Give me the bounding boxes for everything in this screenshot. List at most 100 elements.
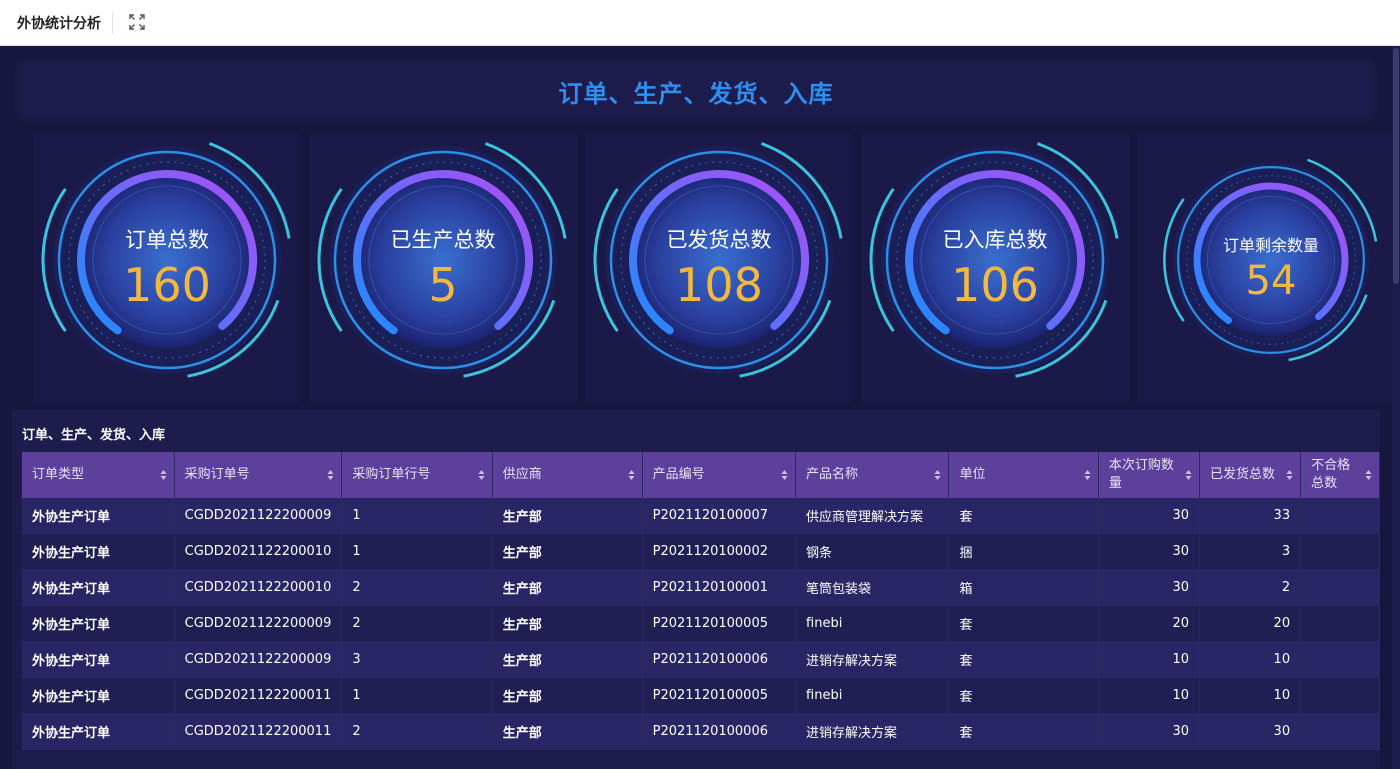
table-row[interactable]: 外协生产订单 CGDD2021122200010 2 生产部 P202112010000… <box>22 569 1380 606</box>
stat-label: 已入库总数 <box>942 228 1048 252</box>
sort-icon[interactable] <box>1084 469 1091 481</box>
table-cell: 30 <box>1098 569 1201 606</box>
table-cell: P2021120100002 <box>642 533 797 570</box>
page-title: 外协统计分析 <box>17 16 101 32</box>
sort-icon[interactable] <box>327 469 334 481</box>
scrollbar-thumb[interactable] <box>1393 48 1399 284</box>
table-row[interactable]: 外协生产订单 CGDD2021122200009 1 生产部 P202112010000… <box>22 498 1380 534</box>
table-cell: 30 <box>1098 533 1201 570</box>
column-header[interactable]: 采购订单行号 <box>341 452 493 498</box>
table-cell: 套 <box>948 605 1099 642</box>
dashboard-title: 订单、生产、发货、入库 <box>558 80 834 108</box>
table-cell: 生产部 <box>492 498 643 534</box>
table-cell: 2 <box>341 605 493 642</box>
sort-icon[interactable] <box>160 469 167 481</box>
column-header-label: 订单类型 <box>32 467 85 482</box>
table-cell: 30 <box>1098 713 1201 750</box>
sort-icon[interactable] <box>1365 469 1372 481</box>
table-cell: 钢条 <box>795 533 950 570</box>
stat-value: 106 <box>951 258 1039 312</box>
dashboard: 订单、生产、发货、入库 订单总数 160 已生产总数 5 已发货总数 108 已… <box>0 46 1400 769</box>
table-row[interactable]: 外协生产订单 CGDD2021122200011 2 生产部 P202112010000… <box>22 713 1380 750</box>
stat-label: 订单剩余数量 <box>1222 236 1319 255</box>
table-cell: P2021120100001 <box>642 569 797 606</box>
table-cell: 箱 <box>948 569 1099 606</box>
header-panel: 订单、生产、发货、入库 <box>12 56 1380 124</box>
table-cell: 10 <box>1098 641 1201 678</box>
table-title: 订单、生产、发货、入库 <box>22 428 166 443</box>
sort-icon[interactable] <box>934 469 941 481</box>
table-cell: 套 <box>948 641 1099 678</box>
column-header[interactable]: 产品编号 <box>642 452 797 498</box>
stat-value: 54 <box>1245 258 1297 304</box>
expand-icon[interactable] <box>128 13 146 31</box>
table-cell: 外协生产订单 <box>22 641 175 678</box>
table-cell: 2 <box>1199 569 1302 606</box>
column-header[interactable]: 产品名称 <box>795 452 950 498</box>
table-row[interactable]: 外协生产订单 CGDD2021122200011 1 生产部 P202112010000… <box>22 677 1380 714</box>
order-table: 订单类型 采购订单号 采购订单行号 供应商 产品编号 产品名称 单位 本次订购数量 已发货总数 不… <box>22 452 1380 750</box>
column-header-label: 采购订单行号 <box>352 467 431 482</box>
column-header-label: 产品编号 <box>652 467 705 482</box>
table-cell: 33 <box>1199 498 1302 534</box>
table-cell: CGDD2021122200010 <box>174 569 343 606</box>
table-cell <box>1300 641 1380 678</box>
stat-value: 5 <box>428 258 458 312</box>
table-cell: 10 <box>1098 677 1201 714</box>
table-cell: 外协生产订单 <box>22 605 175 642</box>
table-cell: 套 <box>948 677 1099 714</box>
column-header-label: 不合格总数 <box>1311 458 1351 491</box>
table-cell: 2 <box>341 713 493 750</box>
table-cell: 捆 <box>948 533 1099 570</box>
column-header[interactable]: 本次订购数量 <box>1098 452 1201 498</box>
table-cell: CGDD2021122200010 <box>174 533 343 570</box>
table-cell: 套 <box>948 498 1099 534</box>
sort-icon[interactable] <box>478 469 485 481</box>
table-cell <box>1300 605 1380 642</box>
stat-value: 108 <box>675 258 763 312</box>
table-cell: 3 <box>1199 533 1302 570</box>
table-cell <box>1300 713 1380 750</box>
sort-icon[interactable] <box>1286 469 1293 481</box>
table-cell: 3 <box>341 641 493 678</box>
vertical-scrollbar[interactable] <box>1392 46 1400 769</box>
table-cell: P2021120100006 <box>642 713 797 750</box>
sort-icon[interactable] <box>1185 469 1192 481</box>
table-cell: 生产部 <box>492 641 643 678</box>
table-cell: 生产部 <box>492 533 643 570</box>
table-cell: 10 <box>1199 677 1302 714</box>
stat-card-stocked-total: 已入库总数 106 <box>861 134 1129 402</box>
table-cell: 生产部 <box>492 569 643 606</box>
top-bar: 外协统计分析 <box>0 0 1400 46</box>
column-header[interactable]: 订单类型 <box>22 452 175 498</box>
table-cell: 生产部 <box>492 605 643 642</box>
column-header-label: 单位 <box>959 467 986 482</box>
column-header[interactable]: 已发货总数 <box>1199 452 1302 498</box>
column-header-label: 供应商 <box>502 467 542 482</box>
table-row[interactable]: 外协生产订单 CGDD2021122200009 3 生产部 P202112010000… <box>22 641 1380 678</box>
table-cell: 20 <box>1098 605 1201 642</box>
table-cell: P2021120100007 <box>642 498 797 534</box>
stat-value: 160 <box>123 258 211 312</box>
column-header[interactable]: 采购订单号 <box>174 452 343 498</box>
sort-icon[interactable] <box>628 469 635 481</box>
table-cell: 30 <box>1098 498 1201 534</box>
column-header[interactable]: 单位 <box>948 452 1099 498</box>
table-row[interactable]: 外协生产订单 CGDD2021122200010 1 生产部 P202112010000… <box>22 533 1380 570</box>
column-header[interactable]: 不合格总数 <box>1300 452 1380 498</box>
table-cell: CGDD2021122200009 <box>174 641 343 678</box>
table-cell: CGDD2021122200011 <box>174 713 343 750</box>
stat-card-produced-total: 已生产总数 5 <box>309 134 577 402</box>
table-row[interactable]: 外协生产订单 CGDD2021122200009 2 生产部 P202112010000… <box>22 605 1380 642</box>
stat-label: 已发货总数 <box>666 228 772 252</box>
stat-card-orders-total: 订单总数 160 <box>33 134 301 402</box>
table-cell: 外协生产订单 <box>22 569 175 606</box>
sort-icon[interactable] <box>781 469 788 481</box>
table-cell: 1 <box>341 498 493 534</box>
column-header[interactable]: 供应商 <box>492 452 643 498</box>
stat-label: 已生产总数 <box>390 228 496 252</box>
table-cell: 笔筒包装袋 <box>795 569 950 606</box>
table-cell: P2021120100006 <box>642 641 797 678</box>
table-panel: 订单、生产、发货、入库 订单类型 采购订单号 采购订单行号 供应商 产品编号 产品名称 单位… <box>12 410 1380 769</box>
table-cell: 进销存解决方案 <box>795 713 950 750</box>
